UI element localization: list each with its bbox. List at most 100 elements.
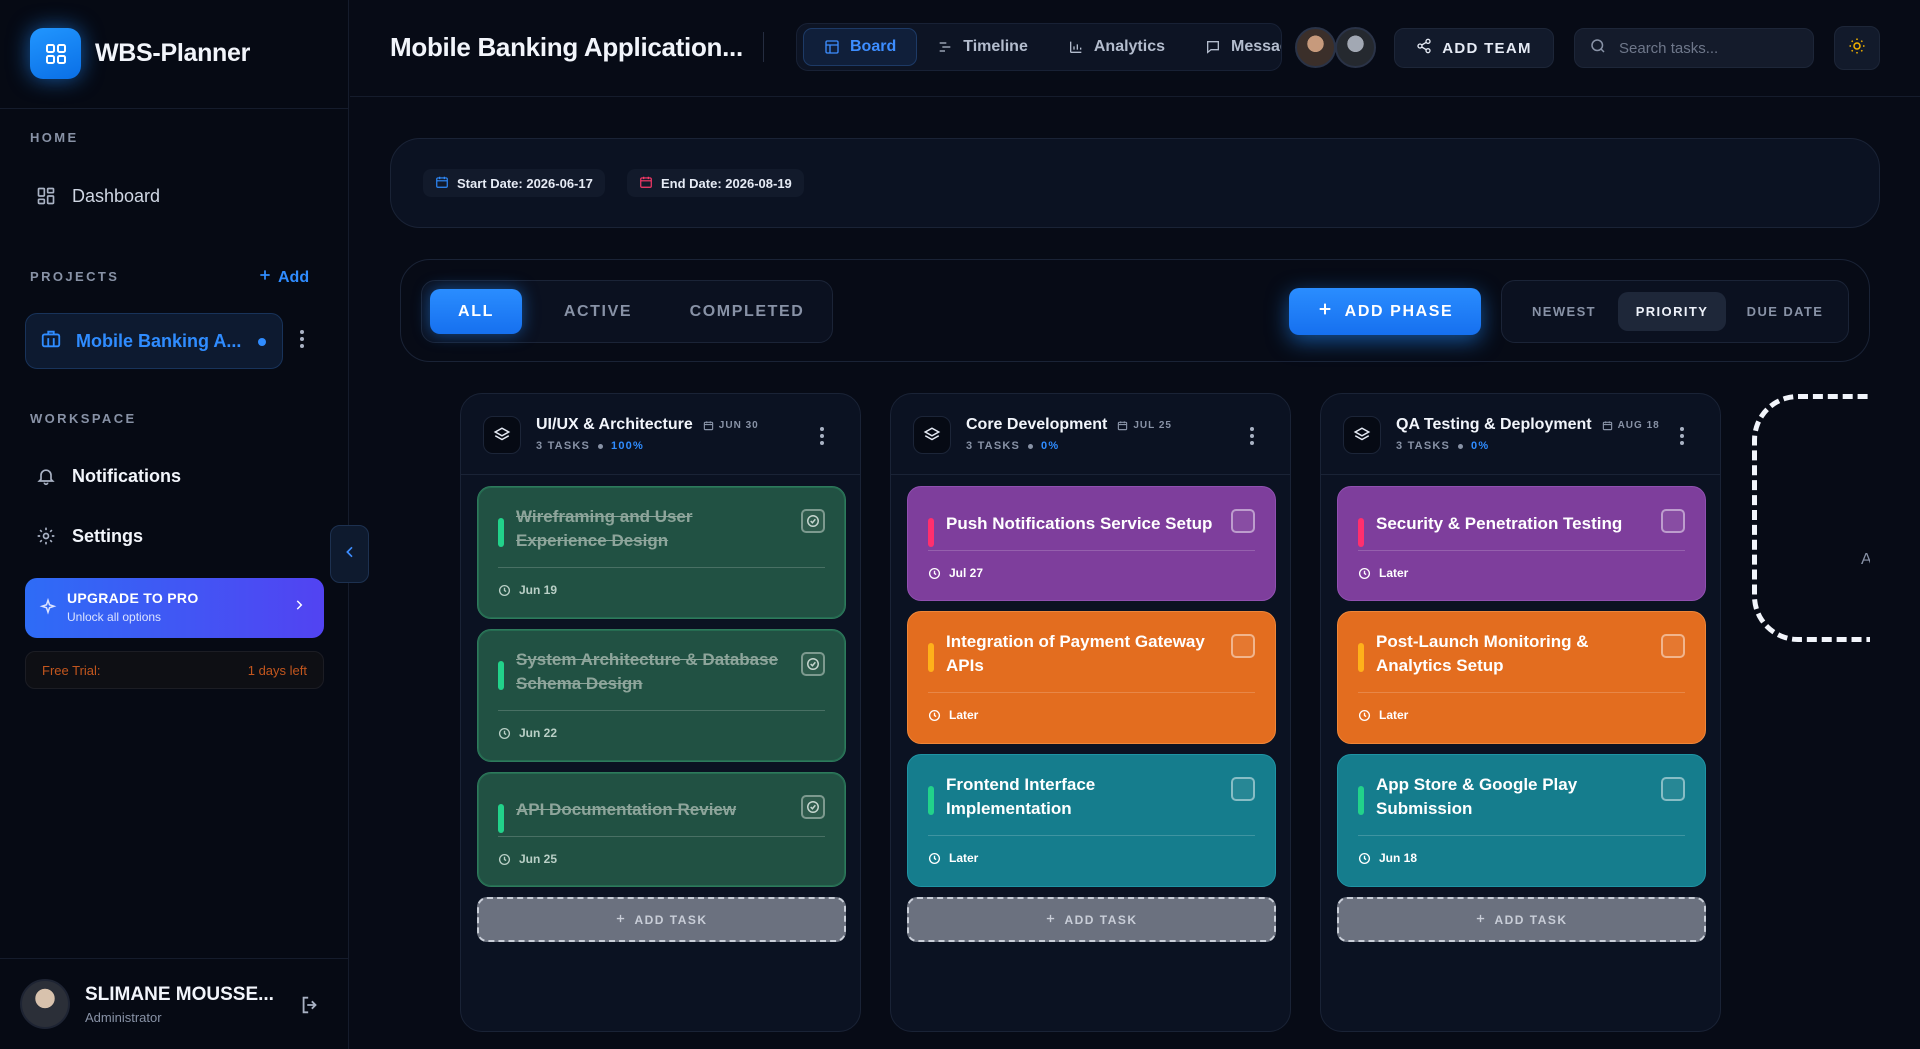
sidebar-item-project[interactable]: Mobile Banking A...	[25, 313, 283, 369]
priority-indicator	[1358, 643, 1364, 672]
avatar[interactable]	[1335, 27, 1376, 68]
task-checkbox[interactable]	[801, 795, 825, 819]
task-title: Frontend Interface Implementation	[946, 775, 1096, 818]
add-task-button[interactable]: ADD TASK	[477, 897, 846, 942]
upgrade-subtitle: Unlock all options	[67, 610, 162, 624]
trial-banner: Free Trial: 1 days left	[25, 651, 324, 689]
task-card[interactable]: System Architecture & Database Schema De…	[477, 629, 846, 762]
task-checkbox[interactable]	[1661, 634, 1685, 658]
task-title: Security & Penetration Testing	[1376, 514, 1623, 533]
phase-header: QA Testing & Deployment AUG 18 3 TASKS 0…	[1321, 394, 1720, 475]
projects-section-label: PROJECTS	[30, 269, 120, 284]
task-card[interactable]: Push Notifications Service Setup Jul 27	[907, 486, 1276, 601]
sun-icon	[1848, 37, 1866, 60]
top-header: Mobile Banking Application... Board Time…	[350, 0, 1920, 97]
task-due: Later	[928, 708, 978, 722]
upgrade-title: UPGRADE TO PRO	[67, 590, 199, 606]
user-name: SLIMANE MOUSSE...	[85, 983, 274, 1005]
priority-indicator	[928, 518, 934, 547]
task-card[interactable]: API Documentation Review Jun 25	[477, 772, 846, 887]
sort-newest-button[interactable]: NEWEST	[1512, 292, 1616, 331]
viewport-edge	[1870, 380, 1920, 660]
task-card[interactable]: Security & Penetration Testing Later	[1337, 486, 1706, 601]
sidebar-item-settings[interactable]: Settings	[34, 524, 143, 548]
timeline-icon	[937, 39, 953, 55]
check-circle-icon	[807, 515, 819, 527]
phase-more-icon[interactable]	[820, 427, 824, 445]
add-task-button[interactable]: ADD TASK	[907, 897, 1276, 942]
sort-priority-button[interactable]: PRIORITY	[1618, 292, 1726, 331]
task-card[interactable]: Integration of Payment Gateway APIs Late…	[907, 611, 1276, 744]
tab-board[interactable]: Board	[803, 28, 918, 66]
task-due-text: Jun 19	[519, 583, 558, 597]
task-count: 3 TASKS	[966, 440, 1021, 452]
add-project-button[interactable]: Add	[258, 268, 309, 287]
tab-analytics[interactable]: Analytics	[1048, 28, 1185, 66]
task-card[interactable]: Frontend Interface Implementation Later	[907, 754, 1276, 887]
filter-active-button[interactable]: ACTIVE	[538, 289, 658, 334]
add-task-label: ADD TASK	[634, 912, 708, 927]
layers-icon	[913, 416, 951, 454]
view-tabs: Board Timeline Analytics Messages	[796, 23, 1282, 71]
task-checkbox[interactable]	[1231, 777, 1255, 801]
priority-indicator	[498, 804, 504, 833]
project-more-icon[interactable]	[300, 330, 304, 348]
sidebar-item-label: Settings	[72, 525, 144, 546]
add-project-label: Add	[278, 268, 310, 286]
add-task-button[interactable]: ADD TASK	[1337, 897, 1706, 942]
phase-more-icon[interactable]	[1680, 427, 1684, 445]
chevron-left-icon	[342, 544, 358, 565]
phase-date: JUL 25	[1117, 420, 1172, 431]
start-date-badge: Start Date: 2026-06-17	[423, 169, 605, 197]
task-checkbox[interactable]	[1231, 509, 1255, 533]
task-card[interactable]: Post-Launch Monitoring & Analytics Setup…	[1337, 611, 1706, 744]
calendar-icon	[703, 420, 713, 430]
task-checkbox[interactable]	[1231, 634, 1255, 658]
end-date-text: End Date: 2026-08-19	[661, 175, 792, 191]
search-input[interactable]	[1619, 39, 1799, 57]
add-phase-button[interactable]: ADD PHASE	[1289, 288, 1481, 335]
phase-title: QA Testing & Deployment	[1396, 416, 1592, 433]
phase-stats: 3 TASKS 0%	[1396, 440, 1489, 452]
filter-all-button[interactable]: ALL	[430, 289, 522, 334]
sidebar-item-label: Dashboard	[72, 185, 161, 206]
task-card[interactable]: Wireframing and User Experience Design J…	[477, 486, 846, 619]
plus-icon	[1045, 913, 1056, 927]
start-date-text: Start Date: 2026-06-17	[457, 175, 593, 191]
task-due-text: Jun 18	[1379, 851, 1418, 865]
phase-more-icon[interactable]	[1250, 427, 1254, 445]
task-title: Integration of Payment Gateway APIs	[946, 632, 1205, 675]
filter-completed-button[interactable]: COMPLETED	[672, 289, 822, 334]
task-checkbox[interactable]	[801, 509, 825, 533]
sidebar-item-label: Notifications	[72, 465, 182, 486]
upgrade-button[interactable]: UPGRADE TO PRO Unlock all options	[25, 578, 324, 638]
task-checkbox[interactable]	[801, 652, 825, 676]
task-due-text: Later	[949, 851, 979, 865]
tab-timeline[interactable]: Timeline	[917, 28, 1048, 66]
sidebar-item-notifications[interactable]: Notifications	[34, 464, 181, 488]
phase-progress: 0%	[1471, 440, 1490, 452]
task-card[interactable]: App Store & Google Play Submission Jun 1…	[1337, 754, 1706, 887]
add-task-label: ADD TASK	[1064, 912, 1138, 927]
collapse-sidebar-button[interactable]	[330, 525, 369, 583]
sidebar-item-dashboard[interactable]: Dashboard	[34, 184, 160, 208]
priority-indicator	[498, 661, 504, 690]
logout-icon[interactable]	[299, 994, 321, 1021]
briefcase-icon	[40, 328, 62, 355]
tab-messages[interactable]: Messages	[1185, 28, 1281, 66]
add-team-button[interactable]: ADD TEAM	[1394, 28, 1554, 68]
brand[interactable]: WBS-Planner	[30, 28, 250, 79]
clock-icon	[928, 709, 941, 721]
phase-stats: 3 TASKS 100%	[536, 440, 644, 452]
sort-due-date-button[interactable]: DUE DATE	[1730, 292, 1840, 331]
phase-header: UI/UX & Architecture JUN 30 3 TASKS 100%	[461, 394, 860, 475]
plus-icon	[1475, 913, 1486, 927]
task-title: Post-Launch Monitoring & Analytics Setup	[1376, 632, 1589, 675]
task-checkbox[interactable]	[1661, 777, 1685, 801]
phase-date: AUG 18	[1602, 420, 1660, 431]
task-checkbox[interactable]	[1661, 509, 1685, 533]
user-profile[interactable]: SLIMANE MOUSSE... Administrator	[0, 958, 349, 1049]
avatar[interactable]	[1295, 27, 1336, 68]
theme-toggle-button[interactable]	[1834, 26, 1880, 70]
plus-icon	[615, 913, 626, 927]
